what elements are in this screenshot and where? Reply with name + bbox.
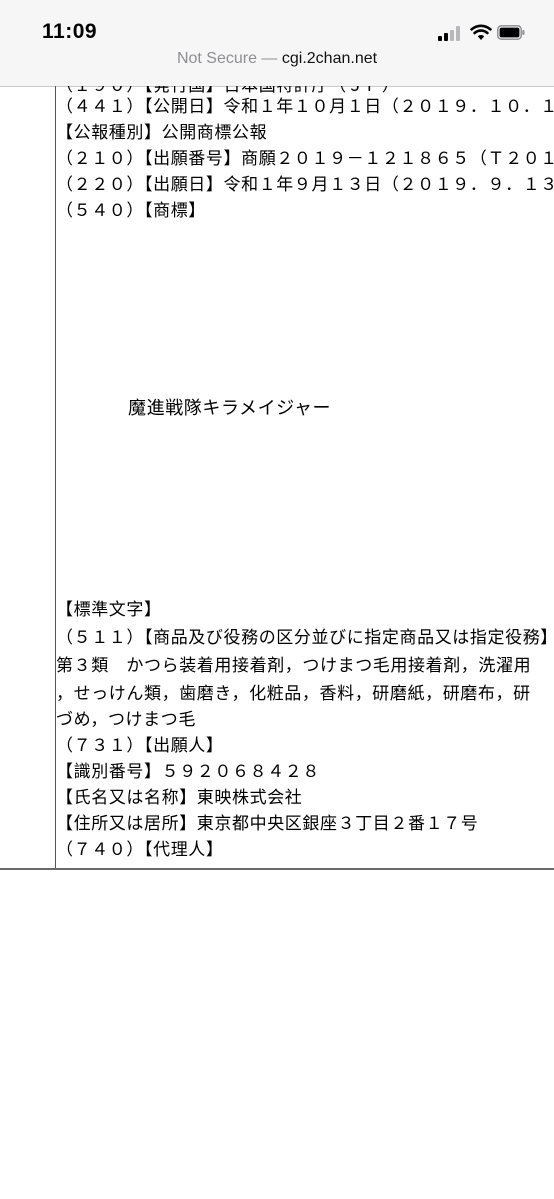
doc-line-applicant-name: 【氏名又は名称】東映株式会社 xyxy=(56,788,303,808)
doc-line-class-goods-1: 第３類 かつら装着用接着剤，つけまつ毛用接着剤，洗濯用 xyxy=(56,656,532,676)
document-bottom-border xyxy=(0,868,554,870)
doc-line-standard-characters: 【標準文字】 xyxy=(56,600,162,620)
doc-line-identification-number: 【識別番号】５９２０６８４２８ xyxy=(56,762,320,782)
status-time: 11:09 xyxy=(42,20,98,43)
doc-line-publication-date: （４４１）【公開日】令和１年１０月１日（２０１９．１０．１） xyxy=(56,97,554,117)
doc-line-applicant-address: 【住所又は居所】東京都中央区銀座３丁目２番１７号 xyxy=(56,814,479,834)
trademark-text: 魔進戦隊キラメイジャー xyxy=(128,398,332,419)
document-body: （１９０）【発行国】日本国特許庁（ＪＰ） （４４１）【公開日】令和１年１０月１日… xyxy=(0,86,554,869)
doc-line-classification-heading: （５１１）【商品及び役務の区分並びに指定商品又は指定役務】 xyxy=(56,628,554,648)
wifi-icon xyxy=(470,24,492,40)
battery-icon xyxy=(497,25,525,40)
doc-line-trademark-heading: （５４０）【商標】 xyxy=(56,201,206,221)
doc-line-applicant-heading: （７３１）【出願人】 xyxy=(56,736,224,756)
cellular-signal-icon xyxy=(438,25,464,41)
address-separator: — xyxy=(256,50,282,67)
doc-line-application-number: （２１０）【出願番号】商願２０１９－１２１８６５（Ｔ２０１９－１２１８６５） xyxy=(56,149,554,169)
doc-line-bulletin-type: 【公報種別】公開商標公報 xyxy=(56,123,268,143)
doc-line-class-goods-3: づめ，つけまつ毛 xyxy=(56,710,196,730)
not-secure-label: Not Secure xyxy=(176,50,257,67)
doc-line-agent-heading: （７４０）【代理人】 xyxy=(56,840,224,860)
address-bar[interactable]: Not Secure — cgi.2chan.net xyxy=(0,50,554,68)
browser-chrome: 11:09 Not Secure — cgi.2chan.net xyxy=(0,0,554,87)
doc-line-filing-date: （２２０）【出願日】令和１年９月１３日（２０１９．９．１３） xyxy=(56,175,554,195)
domain-label: cgi.2chan.net xyxy=(281,50,378,67)
doc-line-class-goods-2: ，せっけん類，歯磨き，化粧品，香料，研磨紙，研磨布，研 xyxy=(56,684,531,704)
